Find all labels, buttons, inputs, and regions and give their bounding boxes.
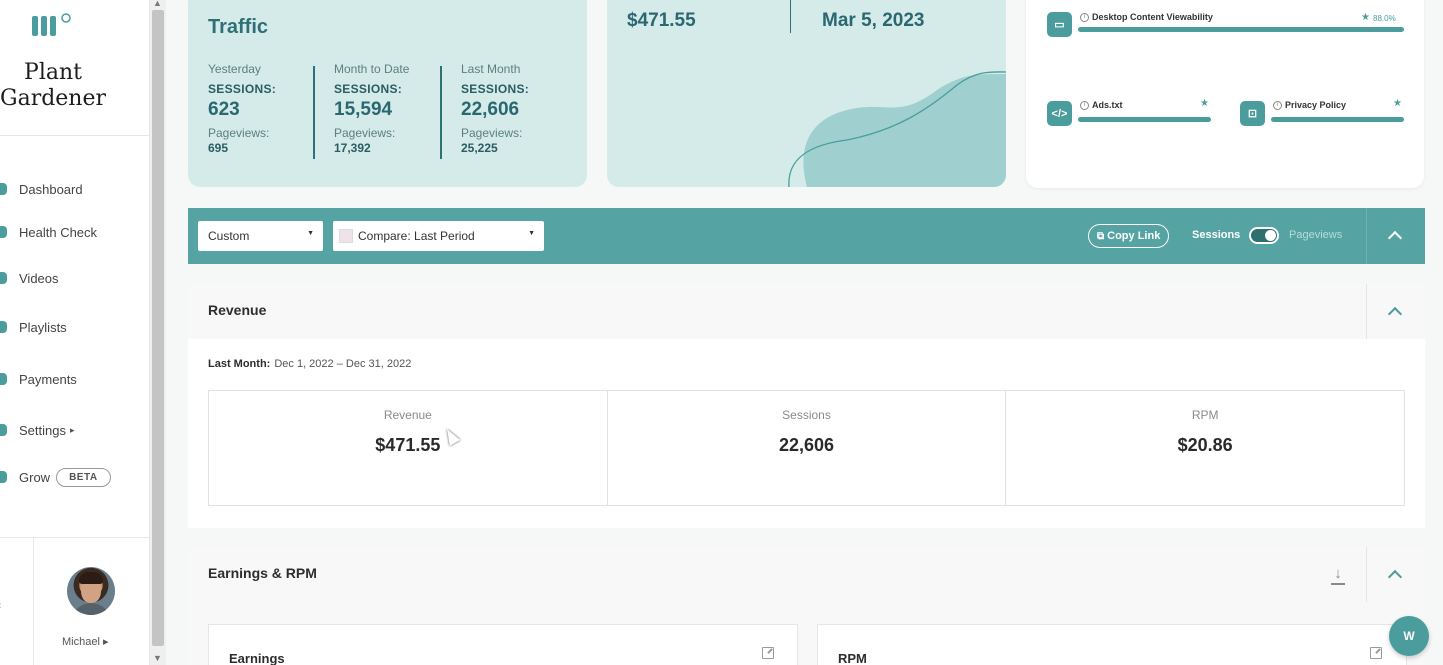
sidebar-item-videos[interactable]: Videos [0, 267, 59, 289]
divider [440, 66, 442, 159]
lock-icon: ⊡ [1240, 101, 1265, 126]
caret-down-icon: ▼ [528, 230, 535, 237]
divider [790, 0, 791, 33]
divider [1366, 208, 1367, 264]
avatar[interactable] [67, 567, 115, 615]
scrollbar-thumb[interactable] [152, 10, 164, 646]
health-progress-bar [1078, 27, 1404, 32]
decorative-wave-graphic [788, 71, 1006, 187]
earnings-chart-card: Earnings [208, 624, 798, 665]
sidebar-item-payments[interactable]: Payments [0, 368, 77, 390]
scroll-down-icon[interactable]: ▼ [153, 653, 162, 663]
panel-title: Revenue [208, 302, 267, 318]
sidebar-item-settings[interactable]: Settings ▸ [0, 419, 75, 441]
divider [313, 66, 315, 159]
help-chat-button[interactable]: W [1389, 616, 1429, 656]
metric-rpm: RPM $20.86 [1177, 408, 1233, 455]
health-item-label: i Desktop Content Viewability [1080, 12, 1213, 23]
divider [1366, 547, 1367, 602]
toggle-label-pageviews: Pageviews [1289, 229, 1343, 241]
expand-icon[interactable] [1370, 647, 1382, 659]
copy-link-button[interactable]: ⧉ Copy Link [1088, 224, 1170, 248]
star-icon: ★ [1361, 12, 1370, 23]
sidebar-item-grow[interactable]: Grow BETA [0, 466, 111, 488]
chevron-up-icon[interactable] [1387, 304, 1403, 320]
traffic-month-to-date: Month to Date SESSIONS: 15,594 Pageviews… [334, 62, 410, 155]
traffic-title: Traffic [208, 16, 269, 38]
info-icon[interactable]: i [1080, 13, 1089, 23]
monitor-icon: ▭ [1047, 12, 1072, 37]
sessions-pageviews-toggle[interactable] [1249, 227, 1279, 244]
sidebar-item-label: Playlists [19, 319, 67, 335]
chevron-up-icon[interactable] [1387, 228, 1403, 244]
color-swatch [339, 229, 353, 243]
traffic-last-month: Last Month SESSIONS: 22,606 Pageviews: 2… [461, 62, 530, 155]
playlist-icon [0, 321, 7, 333]
settings-icon [0, 424, 7, 436]
sidebar-item-label: Settings [19, 422, 66, 438]
download-icon[interactable]: ↓ [1331, 566, 1345, 585]
video-icon [0, 272, 7, 284]
revenue-panel: Revenue Last Month: Dec 1, 2022 – Dec 31,… [188, 284, 1425, 528]
period-range: Last Month: Dec 1, 2022 – Dec 31, 2022 [208, 358, 412, 370]
compare-select[interactable]: Compare: Last Period ▼ [333, 221, 544, 251]
divider [0, 537, 150, 538]
payments-icon [0, 373, 7, 385]
scroll-up-icon[interactable]: ▲ [153, 0, 162, 8]
revenue-panel-header[interactable]: Revenue [188, 284, 1425, 339]
traffic-card: Traffic Yesterday SESSIONS: 623 Pageview… [188, 0, 587, 187]
caret-down-icon: ▼ [307, 230, 314, 237]
health-check-icon [0, 226, 7, 238]
payment-card: $471.55 Mar 5, 2023 [607, 0, 1006, 187]
filter-toolbar: Custom ▼ Compare: Last Period ▼ ⧉ Copy L… [188, 208, 1425, 264]
sidebar-item-label: Grow [19, 469, 51, 485]
grow-icon [0, 471, 7, 483]
health-item-value: 88.0% [1373, 14, 1396, 23]
brand-logo-icon[interactable] [32, 12, 72, 40]
health-progress-bar [1271, 117, 1404, 122]
health-check-card: ▭ i Desktop Content Viewability ★ 88.0% <… [1026, 0, 1424, 188]
beta-badge: BETA [56, 467, 111, 487]
health-progress-bar [1078, 117, 1211, 122]
info-icon[interactable]: i [1273, 101, 1282, 111]
copy-icon: ⧉ [1097, 230, 1105, 242]
star-icon: ★ [1393, 98, 1402, 109]
health-item-label: i Privacy Policy [1273, 100, 1346, 111]
info-icon[interactable]: i [1080, 101, 1089, 111]
divider [33, 537, 34, 665]
chevron-left-icon[interactable]: ‹ [0, 600, 1, 611]
sidebar-item-label: Dashboard [19, 181, 83, 197]
date-range-select[interactable]: Custom ▼ [198, 221, 323, 251]
sidebar-item-health-check[interactable]: Health Check [0, 221, 97, 243]
earnings-panel: Earnings & RPM ↓ Earnings RPM [188, 547, 1425, 665]
user-menu[interactable]: Michael ▸ [62, 635, 108, 648]
star-icon: ★ [1200, 98, 1209, 109]
divider [0, 135, 150, 136]
expand-icon[interactable] [762, 647, 774, 659]
sidebar-item-dashboard[interactable]: Dashboard [0, 178, 83, 200]
sidebar-item-playlists[interactable]: Playlists [0, 316, 67, 338]
chevron-up-icon[interactable] [1387, 567, 1403, 583]
toggle-label-sessions: Sessions [1192, 229, 1241, 241]
sidebar: Plant Gardener Dashboard Health Check Vi… [0, 0, 150, 665]
caret-right-icon: ▸ [69, 424, 75, 435]
earnings-panel-header[interactable]: Earnings & RPM ↓ [188, 547, 1425, 602]
brand-name: Plant Gardener [0, 60, 107, 111]
sidebar-item-label: Health Check [19, 224, 98, 240]
rpm-chart-card: RPM [817, 624, 1407, 665]
sidebar-item-label: Payments [19, 371, 77, 387]
payment-date: Mar 5, 2023 [822, 10, 925, 31]
panel-title: Earnings & RPM [208, 565, 317, 581]
metric-sessions: Sessions 22,606 [608, 391, 1007, 505]
divider [1366, 284, 1367, 339]
dashboard-icon [0, 183, 7, 195]
payment-amount: $471.55 [627, 10, 696, 31]
health-item-label: i Ads.txt [1080, 100, 1123, 111]
metric-revenue: Revenue $471.55 [209, 391, 608, 505]
revenue-metrics: Revenue $471.55 Sessions 22,606 RPM $20.… [208, 390, 1405, 506]
code-icon: </> [1047, 101, 1072, 126]
traffic-yesterday: Yesterday SESSIONS: 623 Pageviews: 695 [208, 62, 277, 155]
sidebar-item-label: Videos [19, 270, 59, 286]
